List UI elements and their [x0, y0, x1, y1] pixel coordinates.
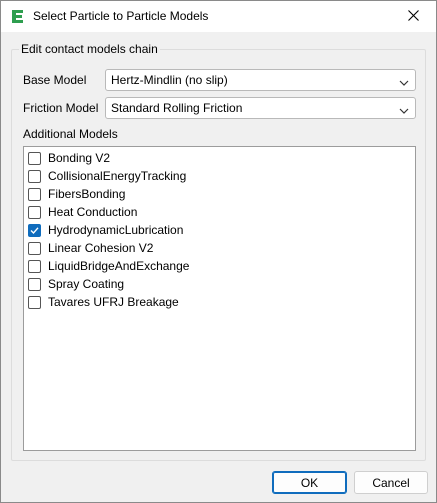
list-item-label: LiquidBridgeAndExchange [48, 259, 190, 273]
list-item-label: Tavares UFRJ Breakage [48, 295, 179, 309]
checkbox[interactable] [28, 295, 41, 309]
checkbox[interactable] [28, 205, 41, 219]
list-item-label: Spray Coating [48, 277, 125, 291]
list-item-spray-coating[interactable]: Spray Coating [28, 275, 124, 293]
list-item-fibers-bonding[interactable]: FibersBonding [28, 185, 125, 203]
list-item-collisional-energy-tracking[interactable]: CollisionalEnergyTracking [28, 167, 186, 185]
cancel-button[interactable]: Cancel [354, 471, 428, 494]
list-item-liquid-bridge-and-exchange[interactable]: LiquidBridgeAndExchange [28, 257, 189, 275]
friction-model-value: Standard Rolling Friction [111, 101, 243, 115]
list-item-label: Heat Conduction [48, 205, 138, 219]
checkbox[interactable] [28, 151, 41, 165]
friction-model-dropdown[interactable]: Standard Rolling Friction [105, 97, 416, 119]
close-icon [407, 9, 419, 24]
base-model-dropdown[interactable]: Hertz-Mindlin (no slip) [105, 69, 416, 91]
title-bar: Select Particle to Particle Models [1, 1, 436, 32]
list-item-label: HydrodynamicLubrication [48, 223, 184, 237]
friction-model-label: Friction Model [23, 101, 99, 115]
checkbox[interactable] [28, 241, 41, 255]
list-item-label: CollisionalEnergyTracking [48, 169, 187, 183]
additional-models-list[interactable]: Bonding V2 CollisionalEnergyTracking Fib… [23, 146, 416, 451]
list-item-bonding-v2[interactable]: Bonding V2 [28, 149, 110, 167]
list-item-tavares-ufrj-breakage[interactable]: Tavares UFRJ Breakage [28, 293, 179, 311]
checkmark-icon [30, 226, 39, 234]
base-model-label: Base Model [23, 73, 87, 87]
list-item-label: Bonding V2 [48, 151, 111, 165]
checkbox[interactable] [28, 169, 41, 183]
additional-models-label: Additional Models [23, 127, 118, 141]
checkbox[interactable] [28, 259, 41, 273]
window-title: Select Particle to Particle Models [33, 9, 209, 23]
list-item-hydrodynamic-lubrication[interactable]: HydrodynamicLubrication [28, 221, 183, 239]
chevron-down-icon [399, 104, 409, 114]
list-item-label: FibersBonding [48, 187, 126, 201]
base-model-value: Hertz-Mindlin (no slip) [111, 73, 228, 87]
dialog-window: Select Particle to Particle Models Edit … [0, 0, 437, 503]
edem-logo-icon [11, 9, 25, 24]
checkbox[interactable] [28, 277, 41, 291]
checkbox-checked[interactable] [28, 223, 41, 237]
checkbox[interactable] [28, 187, 41, 201]
groupbox-title: Edit contact models chain [19, 42, 160, 56]
list-item-linear-cohesion-v2[interactable]: Linear Cohesion V2 [28, 239, 153, 257]
list-item-heat-conduction[interactable]: Heat Conduction [28, 203, 137, 221]
ok-button[interactable]: OK [272, 471, 347, 494]
close-button[interactable] [390, 1, 436, 32]
chevron-down-icon [399, 76, 409, 86]
list-item-label: Linear Cohesion V2 [48, 241, 154, 255]
